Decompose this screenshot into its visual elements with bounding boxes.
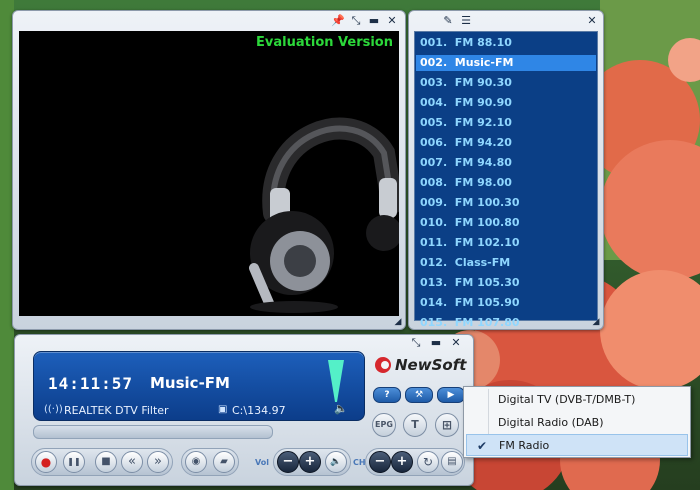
menu-item-label: FM Radio bbox=[499, 439, 550, 452]
minimize-button[interactable]: ▬ bbox=[429, 336, 443, 350]
channel-down-button[interactable]: − bbox=[369, 451, 391, 473]
headphones-image bbox=[249, 117, 399, 313]
menu-item-label: Digital Radio (DAB) bbox=[498, 416, 604, 429]
channel-up-button[interactable]: + bbox=[391, 451, 413, 473]
pin-icon[interactable]: 📌 bbox=[331, 14, 345, 28]
volume-level-icon bbox=[328, 360, 344, 402]
folder-button[interactable]: ▰ bbox=[213, 451, 235, 473]
channel-item[interactable]: 003. FM 90.30 bbox=[416, 75, 596, 91]
checkmark-icon: ✔ bbox=[477, 439, 488, 453]
disk-icon: ▣ bbox=[218, 404, 228, 415]
channel-item[interactable]: 011. FM 102.10 bbox=[416, 235, 596, 251]
info-button[interactable]: ▤ bbox=[441, 451, 463, 473]
menu-item-fm-radio[interactable]: ✔ FM Radio bbox=[466, 434, 688, 456]
channel-item[interactable]: 004. FM 90.90 bbox=[416, 95, 596, 111]
stop-button[interactable]: ■ bbox=[95, 451, 117, 473]
channel-item[interactable]: 002. Music-FM bbox=[416, 55, 596, 71]
settings-button[interactable]: ⚒ bbox=[405, 387, 433, 403]
restore-button[interactable]: ⤡ bbox=[349, 14, 363, 28]
edit-list-icon[interactable]: ✎ bbox=[441, 14, 455, 28]
channel-item[interactable]: 005. FM 92.10 bbox=[416, 115, 596, 131]
channel-item[interactable]: 006. FM 94.20 bbox=[416, 135, 596, 151]
forward-button[interactable]: » bbox=[147, 451, 169, 473]
video-display[interactable]: Evaluation Version bbox=[19, 31, 399, 316]
clock: 14:11:57 bbox=[48, 374, 134, 393]
newsoft-logo: NewSoft bbox=[371, 355, 467, 377]
disk-space: C:\134.97 bbox=[232, 404, 286, 417]
menu-item-digital-tv[interactable]: Digital TV (DVB-T/DMB-T) bbox=[466, 389, 688, 411]
aspect-button[interactable]: ⊞ bbox=[435, 413, 459, 437]
close-button[interactable]: ✕ bbox=[585, 14, 599, 28]
channel-item[interactable]: 008. FM 98.00 bbox=[416, 175, 596, 191]
status-display: 14:11:57 Music-FM ((·)) REALTEK DTV Filt… bbox=[33, 351, 365, 421]
resize-grip-icon[interactable]: ◢ bbox=[391, 315, 405, 329]
channel-item[interactable]: 009. FM 100.30 bbox=[416, 195, 596, 211]
channel-item[interactable]: 007. FM 94.80 bbox=[416, 155, 596, 171]
channel-item[interactable]: 010. FM 100.80 bbox=[416, 215, 596, 231]
restore-button[interactable]: ⤡ bbox=[409, 336, 423, 350]
channel-item[interactable]: 013. FM 105.30 bbox=[416, 275, 596, 291]
seek-bar[interactable] bbox=[33, 425, 273, 439]
pause-button[interactable]: ❚❚ bbox=[63, 451, 85, 473]
source-button[interactable]: ▶ bbox=[437, 387, 465, 403]
epg-button[interactable]: EPG bbox=[372, 413, 396, 437]
channel-label: CH bbox=[353, 458, 366, 467]
close-button[interactable]: ✕ bbox=[449, 336, 463, 350]
channel-item[interactable]: 014. FM 105.90 bbox=[416, 295, 596, 311]
video-window: 📌 ⤡ ▬ ✕ Evaluation Version ◢ bbox=[12, 10, 406, 330]
list-view-icon[interactable]: ☰ bbox=[459, 14, 473, 28]
channel-item[interactable]: 015. FM 107.80 bbox=[416, 315, 596, 331]
minimize-button[interactable]: ▬ bbox=[367, 14, 381, 28]
rewind-button[interactable]: « bbox=[121, 451, 143, 473]
teletext-button[interactable]: T bbox=[403, 413, 427, 437]
snapshot-button[interactable]: ◉ bbox=[185, 451, 207, 473]
logo-mark-icon bbox=[375, 357, 391, 373]
close-button[interactable]: ✕ bbox=[385, 14, 399, 28]
evaluation-watermark: Evaluation Version bbox=[256, 35, 393, 50]
menu-item-label: Digital TV (DVB-T/DMB-T) bbox=[498, 393, 636, 406]
help-button[interactable]: ? bbox=[373, 387, 401, 403]
channel-item[interactable]: 001. FM 88.10 bbox=[416, 35, 596, 51]
speaker-icon: 🔈 bbox=[334, 402, 348, 415]
resize-grip-icon[interactable]: ◢ bbox=[589, 315, 603, 329]
mute-button[interactable]: 🔈 bbox=[325, 451, 347, 473]
volume-up-button[interactable]: + bbox=[299, 451, 321, 473]
menu-item-digital-radio[interactable]: Digital Radio (DAB) bbox=[466, 412, 688, 434]
signal-icon: ((·)) bbox=[44, 404, 63, 415]
volume-label: Vol bbox=[255, 458, 269, 467]
channel-list: 001. FM 88.10 002. Music-FM 003. FM 90.30 0… bbox=[414, 31, 598, 329]
channel-item[interactable]: 012. Class-FM bbox=[416, 255, 596, 271]
filter-name: REALTEK DTV Filter bbox=[64, 404, 169, 417]
logo-text: NewSoft bbox=[395, 356, 467, 374]
volume-down-button[interactable]: − bbox=[277, 451, 299, 473]
playlist-window: ✎ ☰ ✕ 001. FM 88.10 002. Music-FM 003. FM … bbox=[408, 10, 604, 330]
record-button[interactable]: ● bbox=[35, 451, 57, 473]
source-menu: Digital TV (DVB-T/DMB-T) Digital Radio (… bbox=[463, 386, 691, 458]
control-window: ⤡ ▬ ✕ 14:11:57 Music-FM ((·)) REALTEK DT… bbox=[14, 334, 474, 486]
refresh-button[interactable]: ↻ bbox=[417, 451, 439, 473]
current-channel: Music-FM bbox=[150, 374, 230, 392]
